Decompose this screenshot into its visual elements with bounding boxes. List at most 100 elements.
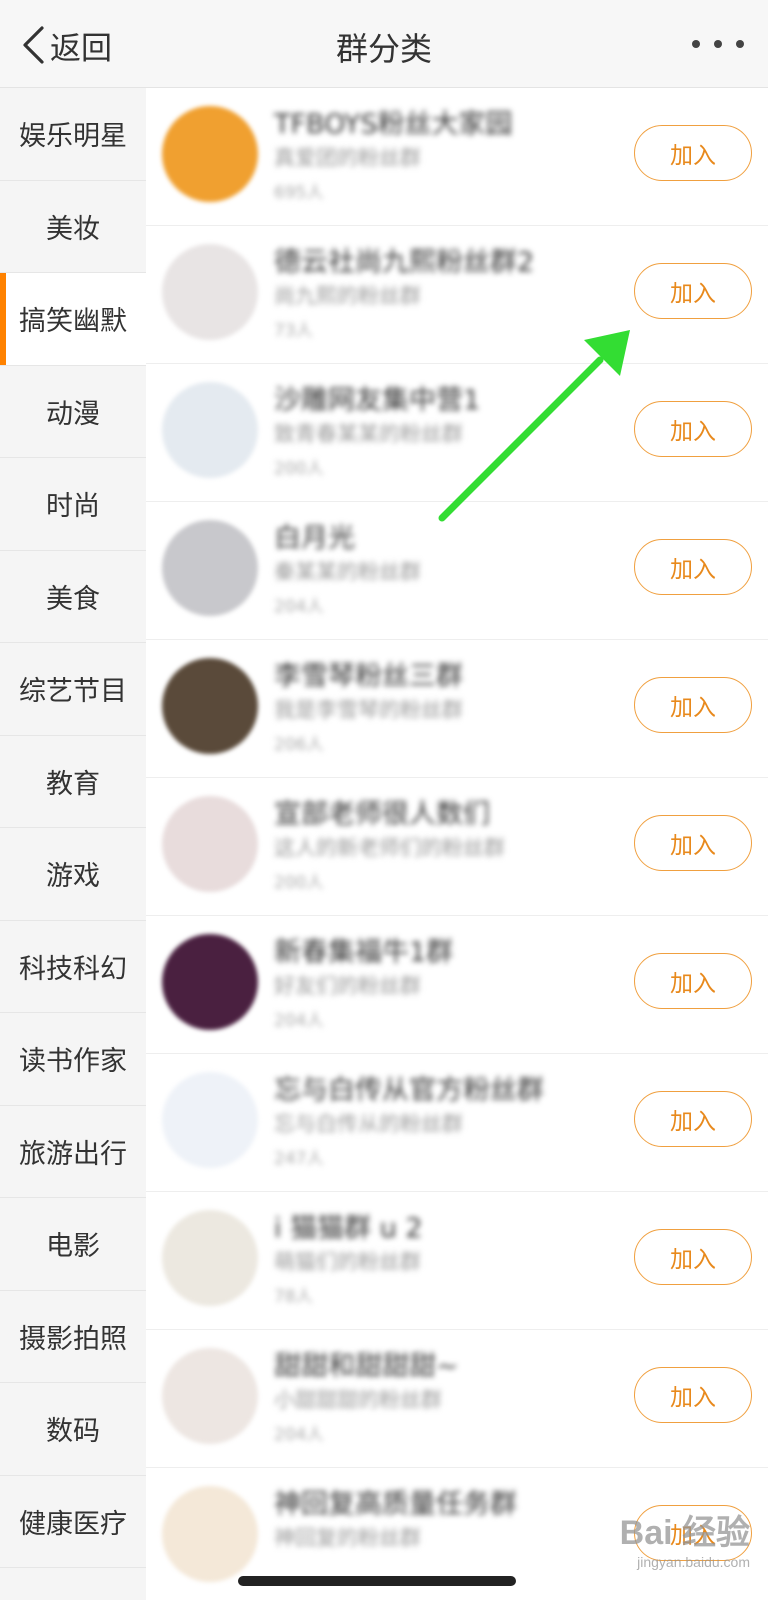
sidebar-item-label: 旅游出行 [19,1138,127,1170]
group-avatar [162,1210,258,1306]
watermark: Bai 经验 jingyan.baidu.com [620,1505,750,1570]
sidebar-item[interactable]: 数码 [0,1383,146,1476]
group-desc: 真爱团的粉丝群 [274,146,421,170]
join-button[interactable]: 加入 [634,1367,752,1423]
group-member-count: 204人 [274,1011,324,1031]
group-name: 神回复高质量任务群 [274,1489,517,1520]
group-row[interactable]: 甜甜和甜甜甜~ 小甜甜甜的粉丝群 204人 加入 [146,1330,768,1468]
group-name: 忘与白传从官方粉丝群 [274,1075,544,1106]
group-desc: 我是李雪琴的粉丝群 [274,698,463,722]
group-member-count: 204人 [274,597,324,617]
sidebar-item[interactable]: 教育 [0,736,146,828]
sidebar-item[interactable]: 娱乐明星 [0,88,146,181]
sidebar-item-label: 时尚 [46,491,100,523]
group-list: TFBOYS粉丝大家园 真爱团的粉丝群 695人 加入 德云社尚九熙粉丝群2 尚九熙的粉丝… [146,88,768,1600]
nav-bar: 返回 群分类 [0,0,768,88]
sidebar-item-label: 游戏 [46,861,100,893]
sidebar-item-label: 读书作家 [19,1046,127,1078]
sidebar-item[interactable]: 读书作家 [0,1013,146,1106]
sidebar-item[interactable]: 摄影拍照 [0,1291,146,1383]
group-avatar [162,1486,258,1582]
group-desc: 致青春某某的粉丝群 [274,422,463,446]
group-name: TFBOYS粉丝大家园 [274,109,513,140]
group-avatar [162,658,258,754]
join-button[interactable]: 加入 [634,125,752,181]
group-row[interactable]: 李雪琴粉丝三群我是李雪琴的粉丝群 206人 加入 [146,640,768,778]
group-row[interactable]: 忘与白传从官方粉丝群忘与白传从的粉丝群 247人 加入 [146,1054,768,1192]
group-name: 德云社尚九熙粉丝群2 [274,247,535,278]
sidebar-item-label: 动漫 [46,398,100,430]
group-member-count: 78人 [274,1287,313,1307]
sidebar-item-label: 搞笑幽默 [19,306,127,338]
sidebar-item[interactable]: 旅游出行 [0,1106,146,1198]
group-desc: 这人的新老师们的粉丝群 [274,836,505,860]
more-options-icon[interactable] [692,28,744,60]
join-button[interactable]: 加入 [634,401,752,457]
sidebar-item-label: 美食 [46,583,100,615]
group-name: i 猫猫群 u 2 [274,1213,423,1244]
join-button[interactable]: 加入 [634,263,752,319]
sidebar-item-label: 健康医疗 [19,1508,127,1540]
group-desc: 好友们的粉丝群 [274,974,421,998]
sidebar-item-label: 摄影拍照 [19,1323,127,1355]
group-name: 沙雕网友集中营1 [274,385,481,416]
group-member-count: 695人 [274,183,324,203]
sidebar-item[interactable]: 时尚 [0,458,146,551]
group-desc: 尚九熙的粉丝群 [274,284,421,308]
sidebar-item[interactable]: 游戏 [0,828,146,921]
group-avatar [162,244,258,340]
group-avatar [162,106,258,202]
group-desc: 萌猫们的粉丝群 [274,1250,421,1274]
group-member-count: 206人 [274,735,324,755]
group-row[interactable]: 德云社尚九熙粉丝群2 尚九熙的粉丝群 73人 加入 [146,226,768,364]
group-member-count: 204人 [274,1425,324,1445]
sidebar-item[interactable]: 综艺节目 [0,643,146,736]
join-button[interactable]: 加入 [634,1091,752,1147]
group-row[interactable]: 沙雕网友集中营1 致青春某某的粉丝群 200人 加入 [146,364,768,502]
sidebar-item-label: 美妆 [46,213,100,245]
group-row[interactable]: 新春集福牛1群好友们的粉丝群 204人 加入 [146,916,768,1054]
join-button[interactable]: 加入 [634,815,752,871]
group-desc: 忘与白传从的粉丝群 [274,1112,463,1136]
watermark-main: Bai 经验 [619,1514,750,1552]
group-row[interactable]: i 猫猫群 u 2 萌猫们的粉丝群 78人 加入 [146,1192,768,1330]
sidebar-item[interactable]: 美妆 [0,181,146,273]
group-name: 李雪琴粉丝三群 [274,661,463,692]
join-button[interactable]: 加入 [634,953,752,1009]
home-indicator [238,1576,516,1586]
join-button[interactable]: 加入 [634,677,752,733]
sidebar-item-label: 教育 [46,768,100,800]
sidebar-item-label: 娱乐明星 [19,121,127,153]
group-member-count: 247人 [274,1149,324,1169]
group-avatar [162,1072,258,1168]
sidebar-item[interactable]: 搞笑幽默 [0,273,146,366]
group-member-count: 73人 [274,321,313,341]
sidebar-item[interactable]: 美食 [0,551,146,643]
group-desc: 秦某某的粉丝群 [274,560,421,584]
sidebar-item-label: 科技科幻 [19,953,127,985]
group-desc: 小甜甜甜的粉丝群 [274,1388,442,1412]
category-sidebar: 娱乐明星美妆搞笑幽默动漫时尚美食综艺节目教育游戏科技科幻读书作家旅游出行电影摄影… [0,88,146,1600]
group-avatar [162,1348,258,1444]
sidebar-item-label: 综艺节目 [19,676,127,708]
sidebar-item[interactable]: 健康医疗 [0,1476,146,1568]
group-name: 宣部老师很人数们 [274,799,490,830]
group-name: 甜甜和甜甜甜~ [274,1351,459,1382]
group-avatar [162,520,258,616]
group-name: 白月光 [274,523,355,554]
group-member-count: 200人 [274,873,324,893]
watermark-sub: jingyan.baidu.com [637,1554,750,1570]
page-title: 群分类 [335,30,432,68]
sidebar-item[interactable]: 电影 [0,1198,146,1291]
group-row[interactable]: 宣部老师很人数们这人的新老师们的粉丝群 200人 加入 [146,778,768,916]
group-row[interactable]: TFBOYS粉丝大家园真爱团的粉丝群 695人 加入 [146,88,768,226]
group-desc: 神回复的粉丝群 [274,1526,421,1550]
group-row[interactable]: 白月光秦某某的粉丝群 204人 加入 [146,502,768,640]
join-button[interactable]: 加入 [634,1229,752,1285]
group-name: 新春集福牛1群 [274,937,454,968]
join-button[interactable]: 加入 [634,539,752,595]
sidebar-item[interactable]: 动漫 [0,366,146,458]
sidebar-item[interactable]: 科技科幻 [0,921,146,1013]
sidebar-item-label: 数码 [46,1416,100,1448]
sidebar-item-label: 电影 [46,1231,100,1263]
